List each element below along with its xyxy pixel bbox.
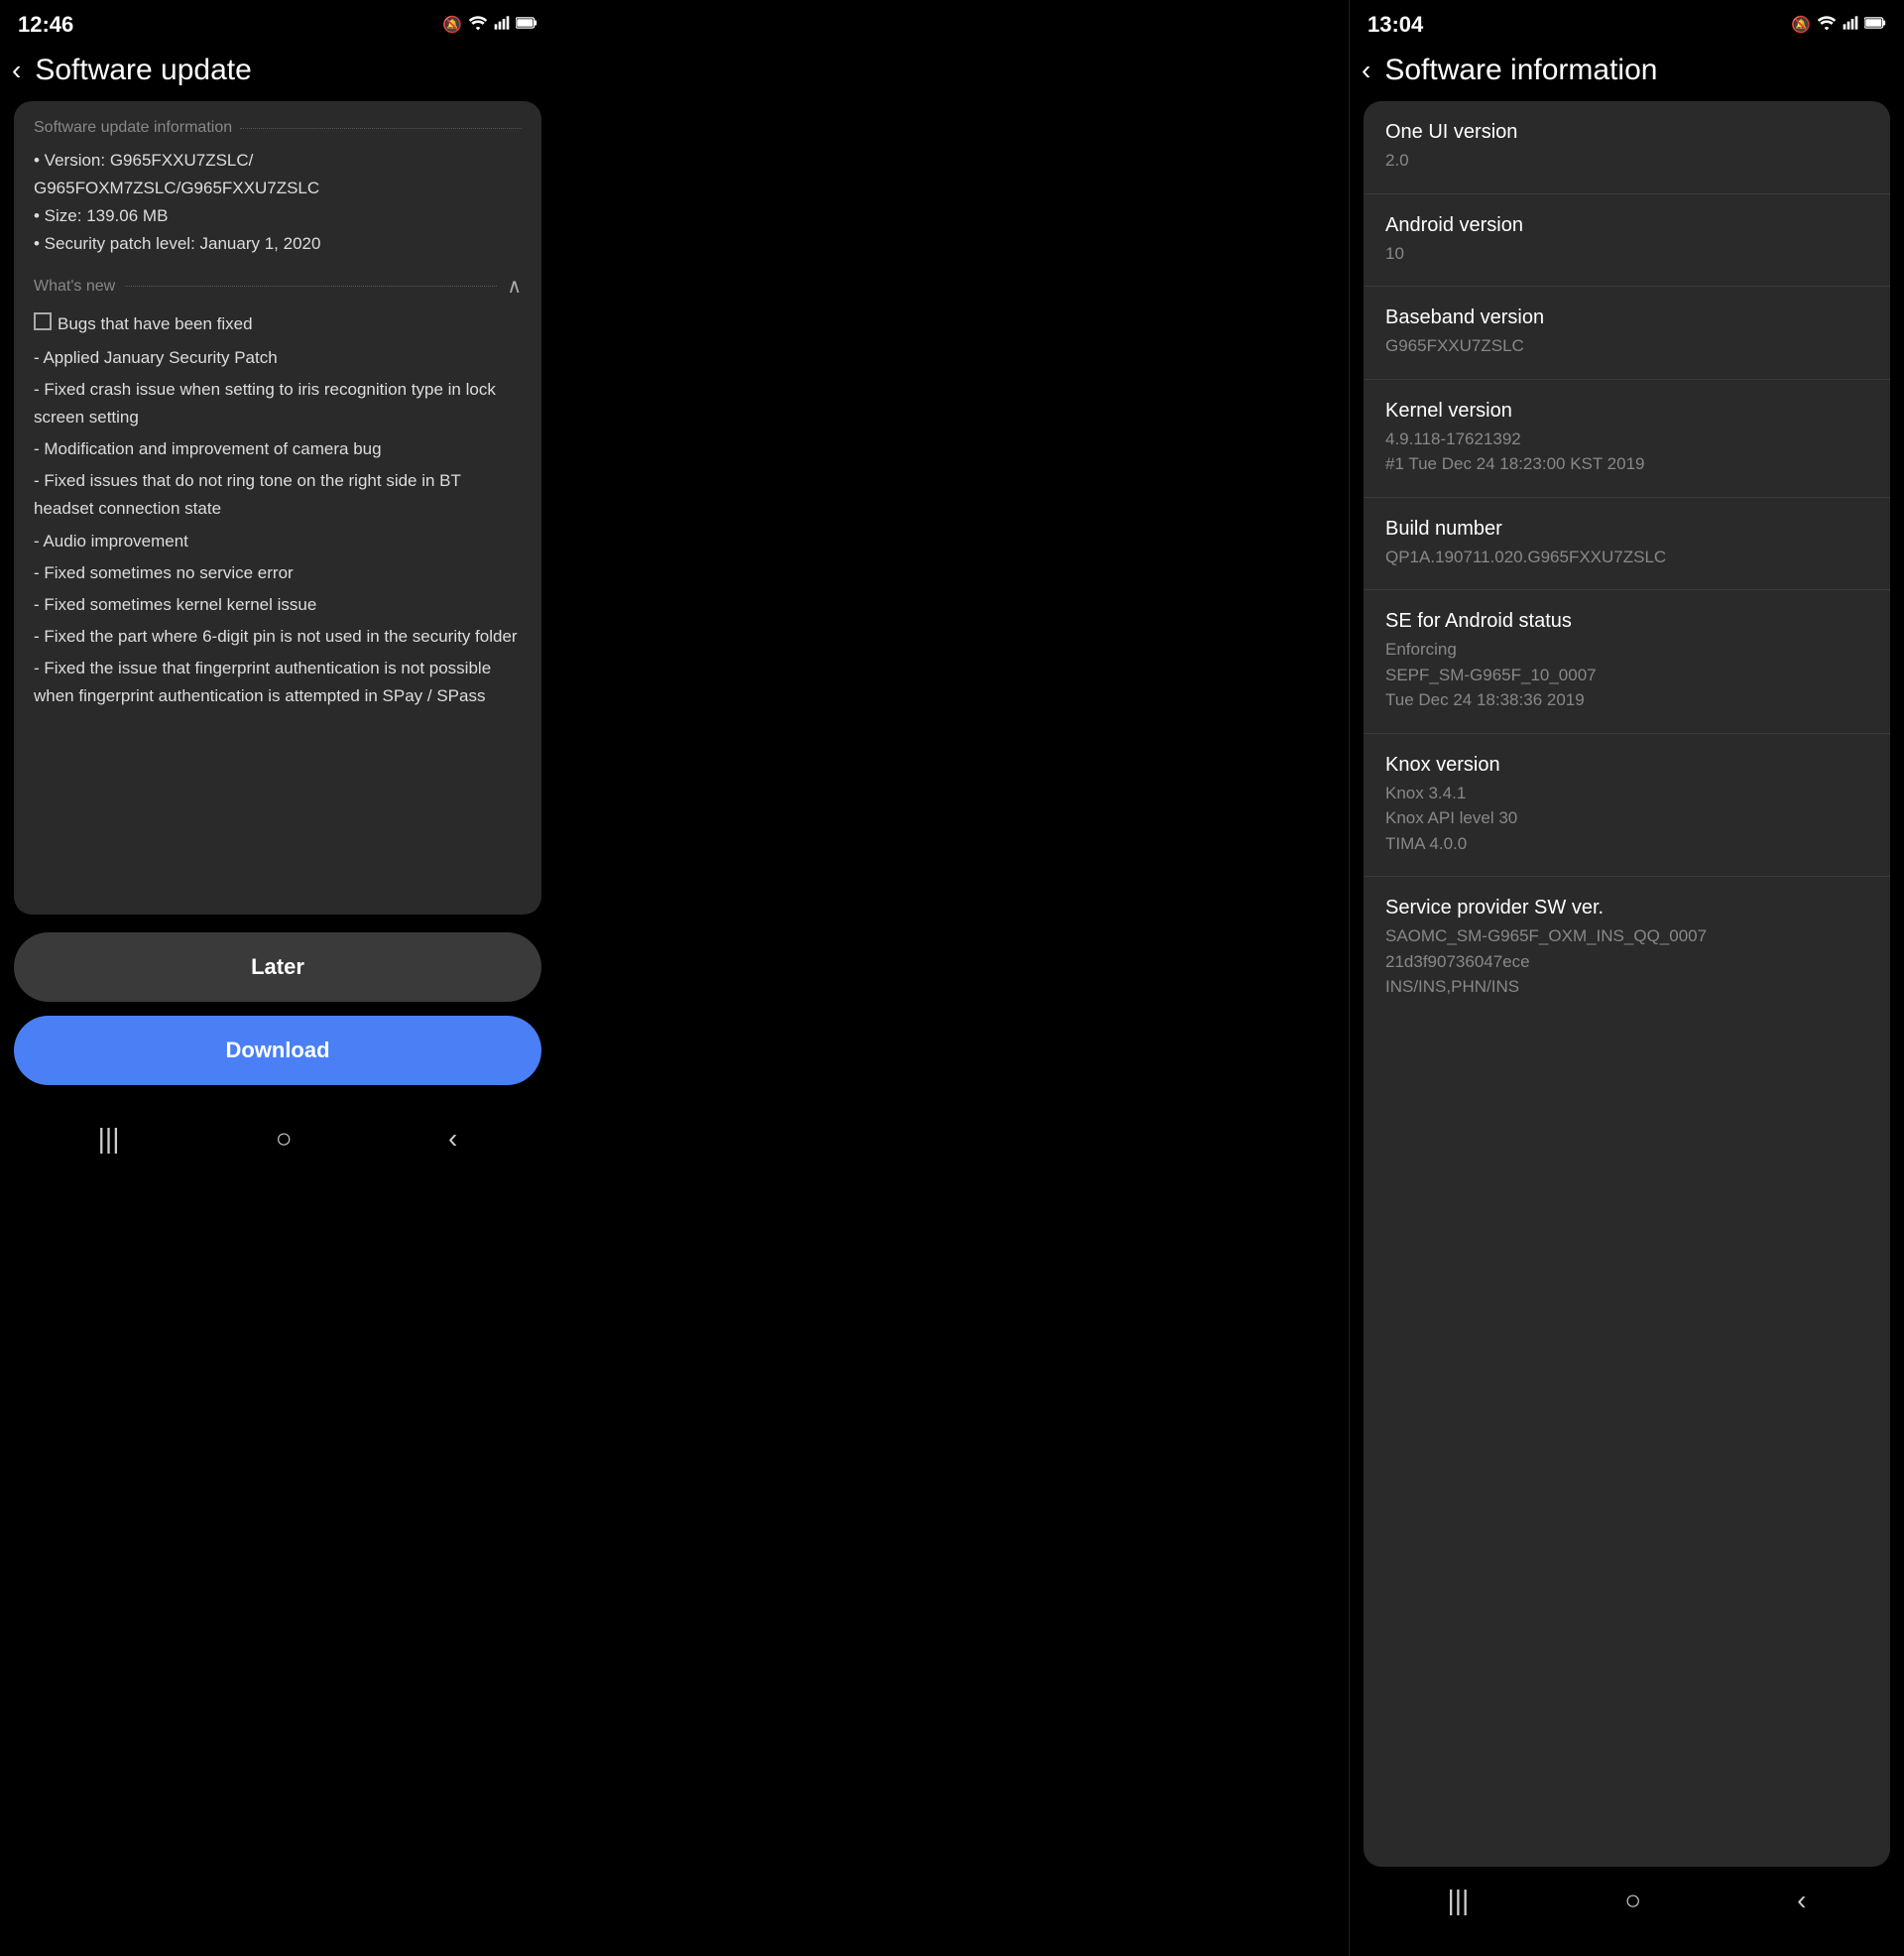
info-value: 10 [1385, 241, 1868, 267]
info-item: One UI version 2.0 [1364, 101, 1890, 194]
battery-icon [516, 16, 537, 34]
info-label: Kernel version [1385, 400, 1868, 423]
nav-bar-right: ||| ○ ‹ [1350, 1867, 1904, 1946]
info-value: 2.0 [1385, 148, 1868, 174]
signal-icon [494, 15, 510, 36]
info-value: SAOMC_SM-G965F_OXM_INS_QQ_0007 21d3f9073… [1385, 923, 1868, 1000]
info-label: Baseband version [1385, 306, 1868, 329]
center-gap [555, 0, 1349, 1956]
software-info-card: One UI version 2.0 Android version 10 Baseba… [1364, 101, 1890, 1867]
recents-button-right[interactable]: ||| [1447, 1885, 1469, 1916]
info-item: Knox version Knox 3.4.1 Knox API level 30… [1364, 734, 1890, 878]
recents-button-left[interactable]: ||| [98, 1123, 120, 1155]
info-label: Knox version [1385, 754, 1868, 777]
info-label: Service provider SW ver. [1385, 897, 1868, 919]
list-item: - Fixed issues that do not ring tone on … [34, 467, 522, 523]
list-item: - Fixed crash issue when setting to iris… [34, 376, 522, 431]
page-title-left: Software update [35, 54, 251, 87]
update-info-section-label: Software update information [34, 119, 522, 137]
info-item: Baseband version G965FXXU7ZSLC [1364, 287, 1890, 380]
info-value: G965FXXU7ZSLC [1385, 333, 1868, 359]
status-bar-right: 13:04 🔕 [1350, 0, 1904, 44]
info-item: Kernel version 4.9.118-17621392 #1 Tue De… [1364, 380, 1890, 498]
left-panel: 12:46 🔕 ‹ Software update Software updat… [0, 0, 555, 1956]
page-header-left: ‹ Software update [0, 44, 555, 101]
back-button-left[interactable]: ‹ [12, 55, 21, 86]
nav-bar-left: ||| ○ ‹ [0, 1105, 555, 1184]
list-item: - Audio improvement [34, 528, 522, 555]
update-version: • Version: G965FXXU7ZSLC/ G965FOXM7ZSLC/… [34, 147, 522, 258]
status-icons-left: 🔕 [442, 15, 537, 36]
back-button-right[interactable]: ‹ [1362, 55, 1370, 86]
home-button-right[interactable]: ○ [1624, 1885, 1641, 1916]
dotted-divider [240, 128, 522, 129]
battery-icon-right [1864, 16, 1886, 34]
wifi-icon-right [1817, 15, 1837, 36]
bugs-fixed-label: Bugs that have been fixed [58, 310, 253, 338]
later-button[interactable]: Later [14, 932, 541, 1002]
whats-new-list: - Applied January Security Patch - Fixed … [34, 344, 522, 710]
info-item: Android version 10 [1364, 194, 1890, 288]
info-value: QP1A.190711.020.G965FXXU7ZSLC [1385, 545, 1868, 570]
download-button[interactable]: Download [14, 1016, 541, 1085]
info-value: Knox 3.4.1 Knox API level 30 TIMA 4.0.0 [1385, 781, 1868, 857]
checkbox-icon [34, 312, 52, 330]
info-item: Service provider SW ver. SAOMC_SM-G965F_O… [1364, 877, 1890, 1020]
signal-icon-right [1843, 15, 1858, 36]
list-item: - Applied January Security Patch [34, 344, 522, 372]
list-item: - Fixed sometimes kernel kernel issue [34, 591, 522, 619]
right-panel: 13:04 🔕 ‹ Software information One UI ve… [1349, 0, 1904, 1956]
info-value: 4.9.118-17621392 #1 Tue Dec 24 18:23:00 … [1385, 427, 1868, 477]
time-left: 12:46 [18, 12, 73, 38]
back-nav-button-right[interactable]: ‹ [1797, 1885, 1806, 1916]
list-item: - Modification and improvement of camera… [34, 435, 522, 463]
status-icons-right: 🔕 [1791, 15, 1886, 36]
info-label: One UI version [1385, 121, 1868, 144]
info-label: Android version [1385, 214, 1868, 237]
info-label: Build number [1385, 518, 1868, 541]
bottom-buttons: Later Download [0, 915, 555, 1105]
page-header-right: ‹ Software information [1350, 44, 1904, 101]
list-item: - Fixed sometimes no service error [34, 559, 522, 587]
mute-icon-right: 🔕 [1791, 15, 1811, 35]
info-label: SE for Android status [1385, 610, 1868, 633]
page-title-right: Software information [1384, 54, 1657, 87]
bugs-fixed-item: Bugs that have been fixed [34, 310, 522, 338]
info-item: Build number QP1A.190711.020.G965FXXU7ZSL… [1364, 498, 1890, 591]
wifi-icon [468, 15, 488, 36]
whats-new-header: What's new ∧ [34, 274, 522, 299]
update-info-card: Software update information • Version: G… [14, 101, 541, 915]
home-button-left[interactable]: ○ [276, 1123, 293, 1155]
list-item: - Fixed the issue that fingerprint authe… [34, 655, 522, 710]
back-nav-button-left[interactable]: ‹ [448, 1123, 457, 1155]
time-right: 13:04 [1368, 12, 1423, 38]
info-item: SE for Android status Enforcing SEPF_SM-G… [1364, 590, 1890, 734]
status-bar-left: 12:46 🔕 [0, 0, 555, 44]
list-item: - Fixed the part where 6-digit pin is no… [34, 623, 522, 651]
whats-new-content: Bugs that have been fixed - Applied Janu… [34, 310, 522, 710]
info-value: Enforcing SEPF_SM-G965F_10_0007 Tue Dec … [1385, 637, 1868, 713]
mute-icon: 🔕 [442, 15, 462, 35]
dotted-divider-2 [125, 286, 497, 287]
chevron-up-icon: ∧ [507, 274, 522, 299]
